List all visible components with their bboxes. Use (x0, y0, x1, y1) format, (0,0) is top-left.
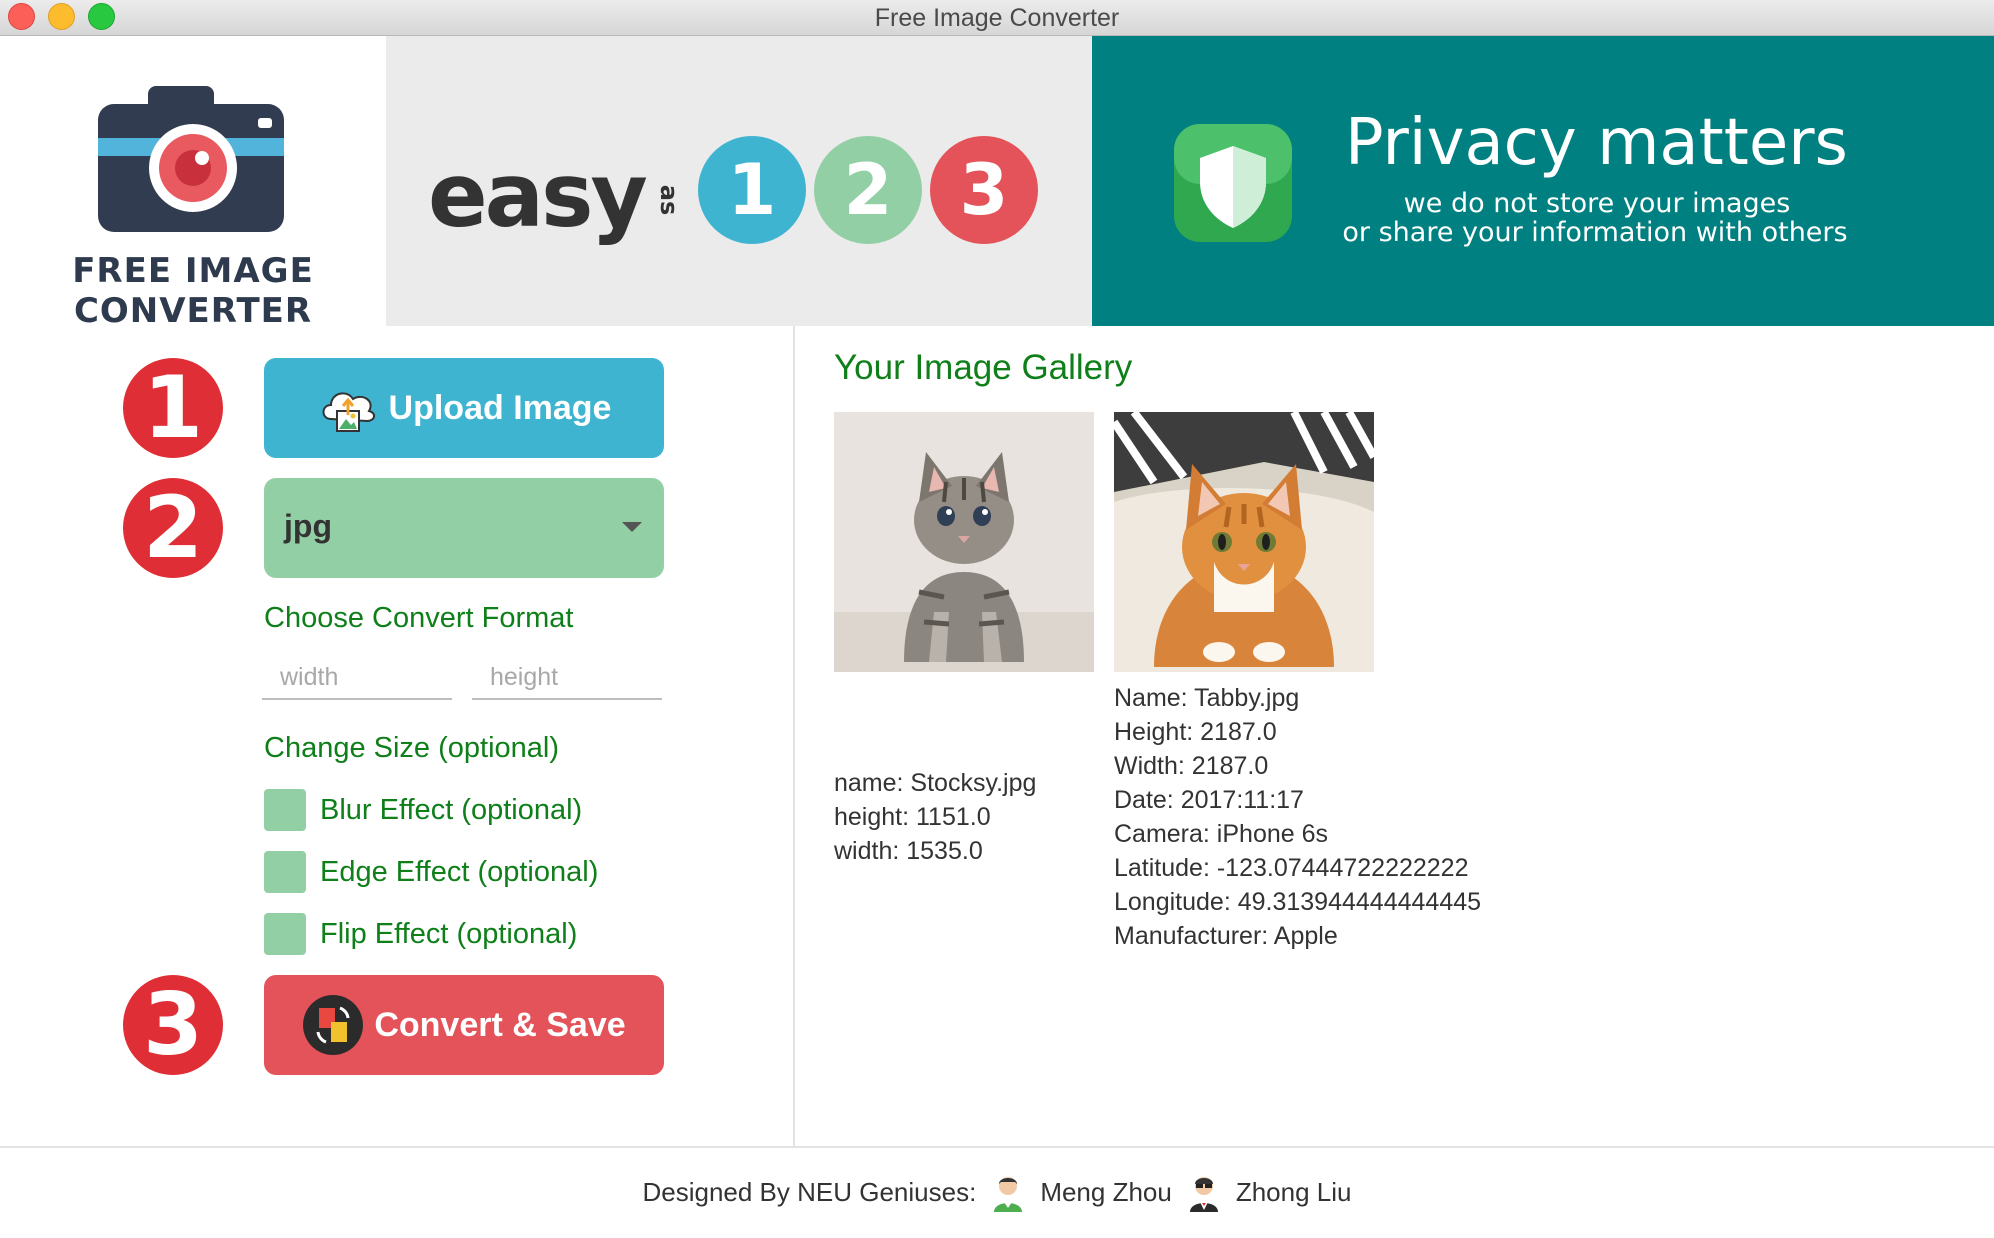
size-label: Change Size (optional) (264, 732, 560, 764)
tabby-thumbnail[interactable] (1114, 412, 1374, 672)
author-avatar-icon (1184, 1172, 1224, 1212)
controls-panel: 1 2 3 Upload Image jpg Choose Convert Fo… (0, 326, 793, 1146)
format-select-value: jpg (284, 508, 332, 544)
kitten-height: height: 1151.0 (834, 803, 991, 831)
designed-by-text: Designed By NEU Geniuses: (642, 1176, 977, 1207)
tabby-latitude: Latitude: -123.07444722222222 (1114, 854, 1469, 882)
format-label: Choose Convert Format (264, 602, 574, 634)
tabby-date: Date: 2017:11:17 (1114, 786, 1304, 814)
gallery-title: Your Image Gallery (834, 348, 1133, 387)
author-avatar-icon (988, 1172, 1028, 1212)
privacy-title: Privacy matters (1345, 106, 1848, 180)
footer: Designed By NEU Geniuses: Meng Zhou Zhon… (0, 1172, 1994, 1212)
convert-save-label: Convert & Save (374, 1005, 626, 1044)
app-logo: FREE IMAGE CONVERTER (0, 36, 386, 331)
format-select[interactable]: jpg (264, 478, 664, 578)
tabby-manufacturer: Manufacturer: Apple (1114, 922, 1338, 950)
shield-icon (1174, 124, 1292, 242)
panel-divider (793, 326, 795, 1146)
edge-effect-option[interactable]: Edge Effect (optional) (264, 850, 598, 894)
kitten-name: name: Stocksy.jpg (834, 769, 1037, 797)
tabby-width: Width: 2187.0 (1114, 752, 1269, 780)
step-1-marker: 1 (123, 358, 223, 458)
author-2-name: Zhong Liu (1235, 1176, 1352, 1207)
kitten-width: width: 1535.0 (834, 837, 983, 865)
convert-save-button[interactable]: Convert & Save (264, 975, 664, 1075)
privacy-line-2: or share your information with others (1342, 217, 1848, 248)
banner-step-1: 1 (698, 136, 806, 244)
upload-image-button[interactable]: Upload Image (264, 358, 664, 458)
window-title: Free Image Converter (874, 4, 1120, 32)
privacy-banner: Privacy matters we do not store your ima… (1092, 36, 1994, 326)
height-input[interactable] (472, 656, 662, 700)
footer-divider (0, 1146, 1994, 1148)
kitten-metadata: name: Stocksy.jpg height: 1151.0 width: … (834, 766, 1036, 868)
banner-step-2: 2 (814, 136, 922, 244)
flip-effect-label: Flip Effect (optional) (320, 917, 578, 950)
tabby-metadata: Name: Tabby.jpg Height: 2187.0 Width: 21… (1114, 681, 1481, 953)
edge-effect-checkbox[interactable] (264, 851, 306, 893)
easy-as-123-banner: easy as 1 2 3 (386, 36, 1092, 326)
step-3-marker: 3 (123, 975, 223, 1075)
flip-effect-checkbox[interactable] (264, 913, 306, 955)
convert-icon (302, 994, 364, 1056)
tabby-height: Height: 2187.0 (1114, 718, 1277, 746)
logo-text: FREE IMAGE CONVERTER (72, 251, 314, 331)
flip-effect-option[interactable]: Flip Effect (optional) (264, 912, 577, 956)
step-2-marker: 2 (123, 478, 223, 578)
author-1-name: Meng Zhou (1040, 1176, 1172, 1207)
blur-effect-checkbox[interactable] (264, 789, 306, 831)
cloud-upload-icon (317, 377, 379, 439)
width-input[interactable] (262, 656, 452, 700)
blur-effect-label: Blur Effect (optional) (320, 793, 583, 826)
chevron-down-icon (622, 522, 642, 532)
as-word: as (655, 184, 684, 216)
tabby-longitude: Longitude: 49.313944444444445 (1114, 888, 1482, 916)
banner: FREE IMAGE CONVERTER easy as 1 2 3 Priva… (0, 36, 1994, 331)
edge-effect-label: Edge Effect (optional) (320, 855, 599, 888)
upload-image-label: Upload Image (388, 388, 612, 427)
privacy-line-1: we do not store your images (1403, 188, 1791, 219)
tabby-camera: Camera: iPhone 6s (1114, 820, 1329, 848)
tabby-name: Name: Tabby.jpg (1114, 684, 1300, 712)
easy-word: easy (428, 144, 648, 247)
banner-step-3: 3 (930, 136, 1038, 244)
camera-icon (98, 86, 284, 232)
kitten-thumbnail[interactable] (834, 412, 1094, 672)
blur-effect-option[interactable]: Blur Effect (optional) (264, 788, 582, 832)
title-bar: Free Image Converter (0, 0, 1994, 36)
